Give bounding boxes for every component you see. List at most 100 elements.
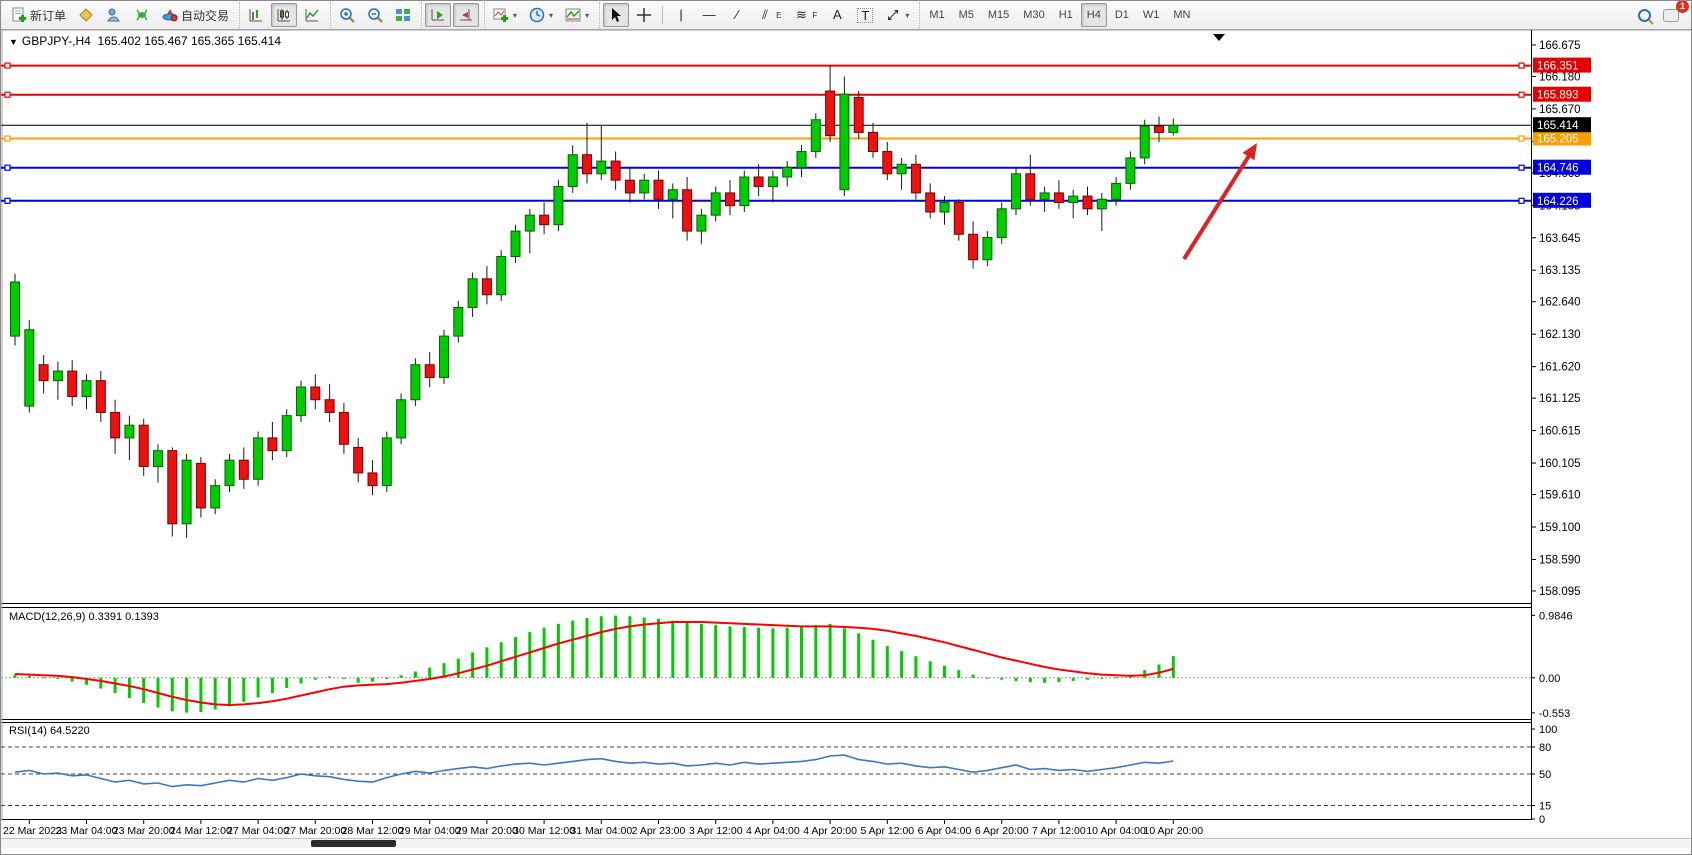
horizontal-line-icon: — <box>701 7 717 23</box>
cursor-icon <box>608 7 624 23</box>
svg-text:23 Mar 20:00: 23 Mar 20:00 <box>113 825 175 837</box>
new-order-label: 新订单 <box>30 7 66 24</box>
svg-text:10 Apr 04:00: 10 Apr 04:00 <box>1086 825 1146 837</box>
svg-text:31 Mar 04:00: 31 Mar 04:00 <box>570 825 632 837</box>
indicators-button[interactable]: ▾ <box>488 3 522 27</box>
line-chart-button[interactable] <box>299 3 325 27</box>
chart-title: ▼GBPJPY-,H4 165.402 165.467 165.365 165.… <box>9 34 281 48</box>
zoom-in-button[interactable] <box>334 3 360 27</box>
toolbar-group-drawing: | — ∕ ⫽E ≋F A T ▾ <box>599 2 917 28</box>
auto-scroll-button[interactable] <box>425 3 451 27</box>
svg-text:4 Apr 04:00: 4 Apr 04:00 <box>746 825 800 837</box>
crosshair-icon <box>636 7 652 23</box>
svg-text:160.615: 160.615 <box>1539 426 1581 438</box>
new-order-icon <box>11 7 27 23</box>
svg-text:29 Mar 20:00: 29 Mar 20:00 <box>456 825 518 837</box>
toolbar-group-timeframes: M1M5M15M30H1H4D1W1MN <box>919 2 1199 28</box>
tile-windows-button[interactable] <box>390 3 416 27</box>
svg-text:158.095: 158.095 <box>1539 586 1581 598</box>
svg-text:164.746: 164.746 <box>1537 163 1579 175</box>
timeframe-button-m30[interactable]: M30 <box>1017 3 1050 27</box>
auto-scroll-icon <box>430 7 446 23</box>
main-toolbar: 新订单 自动交易 <box>1 1 1691 30</box>
svg-text:10 Apr 20:00: 10 Apr 20:00 <box>1144 825 1204 837</box>
timeframe-button-m15[interactable]: M15 <box>982 3 1015 27</box>
indicators-dropdown-arrow: ▾ <box>513 11 517 20</box>
svg-text:29 Mar 04:00: 29 Mar 04:00 <box>399 825 461 837</box>
svg-text:5 Apr 12:00: 5 Apr 12:00 <box>860 825 914 837</box>
svg-text:2 Apr 23:00: 2 Apr 23:00 <box>632 825 686 837</box>
autotrading-button[interactable]: 自动交易 <box>157 3 234 27</box>
new-order-button[interactable]: 新订单 <box>6 3 71 27</box>
svg-text:-0.553: -0.553 <box>1539 708 1570 720</box>
notifications-button[interactable]: 1 <box>1658 3 1684 27</box>
chart-canvas[interactable]: 166.675166.180165.670165.160164.665164.1… <box>1 29 1692 848</box>
toolbar-group-objects: ▾ ▾ ▾ <box>484 2 597 28</box>
chart-shift-button[interactable] <box>453 3 479 27</box>
signals-icon <box>134 7 150 23</box>
svg-text:166.180: 166.180 <box>1539 71 1581 83</box>
timeframe-button-mn[interactable]: MN <box>1167 3 1196 27</box>
channel-sub-label: E <box>776 11 781 20</box>
svg-text:28 Mar 12:00: 28 Mar 12:00 <box>342 825 404 837</box>
svg-text:0.00: 0.00 <box>1539 673 1560 685</box>
scrollbar-thumb[interactable] <box>311 840 396 847</box>
cursor-tool-button[interactable] <box>603 3 629 27</box>
horizontal-scrollbar[interactable] <box>1 838 1692 848</box>
svg-text:22 Mar 2023: 22 Mar 2023 <box>3 825 62 837</box>
svg-text:80: 80 <box>1539 742 1551 754</box>
templates-button[interactable]: ▾ <box>560 3 594 27</box>
svg-text:6 Apr 20:00: 6 Apr 20:00 <box>975 825 1029 837</box>
svg-text:0: 0 <box>1539 814 1545 826</box>
timeframe-button-d1[interactable]: D1 <box>1109 3 1135 27</box>
svg-text:15: 15 <box>1539 801 1551 813</box>
svg-text:6 Apr 04:00: 6 Apr 04:00 <box>918 825 972 837</box>
symbol-period-label: GBPJPY-,H4 <box>22 34 91 48</box>
chart-window[interactable]: 166.675166.180165.670165.160164.665164.1… <box>1 29 1692 848</box>
timeframe-button-m1[interactable]: M1 <box>923 3 950 27</box>
market-watch-icon <box>78 7 94 23</box>
equidistant-channel-icon: ⫽ <box>757 7 773 23</box>
text-tool-button[interactable]: A <box>824 3 850 27</box>
arrows-tool-button[interactable]: ▾ <box>880 3 914 27</box>
navigator-icon <box>106 7 122 23</box>
line-chart-icon <box>304 7 320 23</box>
timeframe-button-h4[interactable]: H4 <box>1081 3 1107 27</box>
timeframe-button-w1[interactable]: W1 <box>1137 3 1166 27</box>
svg-text:3 Apr 12:00: 3 Apr 12:00 <box>689 825 743 837</box>
fibonacci-tool-button[interactable]: ≋F <box>788 3 822 27</box>
ohlc-collapse-icon[interactable]: ▼ <box>9 37 18 47</box>
svg-text:4 Apr 20:00: 4 Apr 20:00 <box>803 825 857 837</box>
label-tool-button[interactable]: T <box>852 3 878 27</box>
candlestick-chart-button[interactable] <box>271 3 297 27</box>
market-watch-button[interactable] <box>73 3 99 27</box>
crosshair-tool-button[interactable] <box>631 3 657 27</box>
autotrading-label: 自动交易 <box>181 7 229 24</box>
periods-dropdown-arrow: ▾ <box>549 11 553 20</box>
svg-text:163.135: 163.135 <box>1539 265 1581 277</box>
channel-tool-button[interactable]: ⫽E <box>752 3 786 27</box>
search-icon <box>1638 9 1651 22</box>
horizontal-line-tool-button[interactable]: — <box>696 3 722 27</box>
bar-chart-button[interactable] <box>243 3 269 27</box>
timeframe-button-m5[interactable]: M5 <box>953 3 980 27</box>
arrows-tool-icon <box>885 7 901 23</box>
timeframe-button-h1[interactable]: H1 <box>1053 3 1079 27</box>
indicators-icon <box>493 7 509 23</box>
svg-text:161.125: 161.125 <box>1539 393 1581 405</box>
signals-button[interactable] <box>129 3 155 27</box>
vertical-line-tool-button[interactable]: | <box>668 3 694 27</box>
arrows-dropdown-arrow: ▾ <box>905 11 909 20</box>
svg-text:7 Apr 12:00: 7 Apr 12:00 <box>1032 825 1086 837</box>
candlestick-chart-icon <box>276 7 292 23</box>
navigator-button[interactable] <box>101 3 127 27</box>
fibo-sub-label: F <box>812 11 817 20</box>
periods-button[interactable]: ▾ <box>524 3 558 27</box>
trendline-tool-button[interactable]: ∕ <box>724 3 750 27</box>
svg-text:158.590: 158.590 <box>1539 554 1581 566</box>
zoom-out-button[interactable] <box>362 3 388 27</box>
trendline-icon: ∕ <box>729 7 745 23</box>
svg-text:162.640: 162.640 <box>1539 297 1581 309</box>
search-button[interactable] <box>1633 3 1656 27</box>
svg-text:0.9846: 0.9846 <box>1539 610 1573 622</box>
